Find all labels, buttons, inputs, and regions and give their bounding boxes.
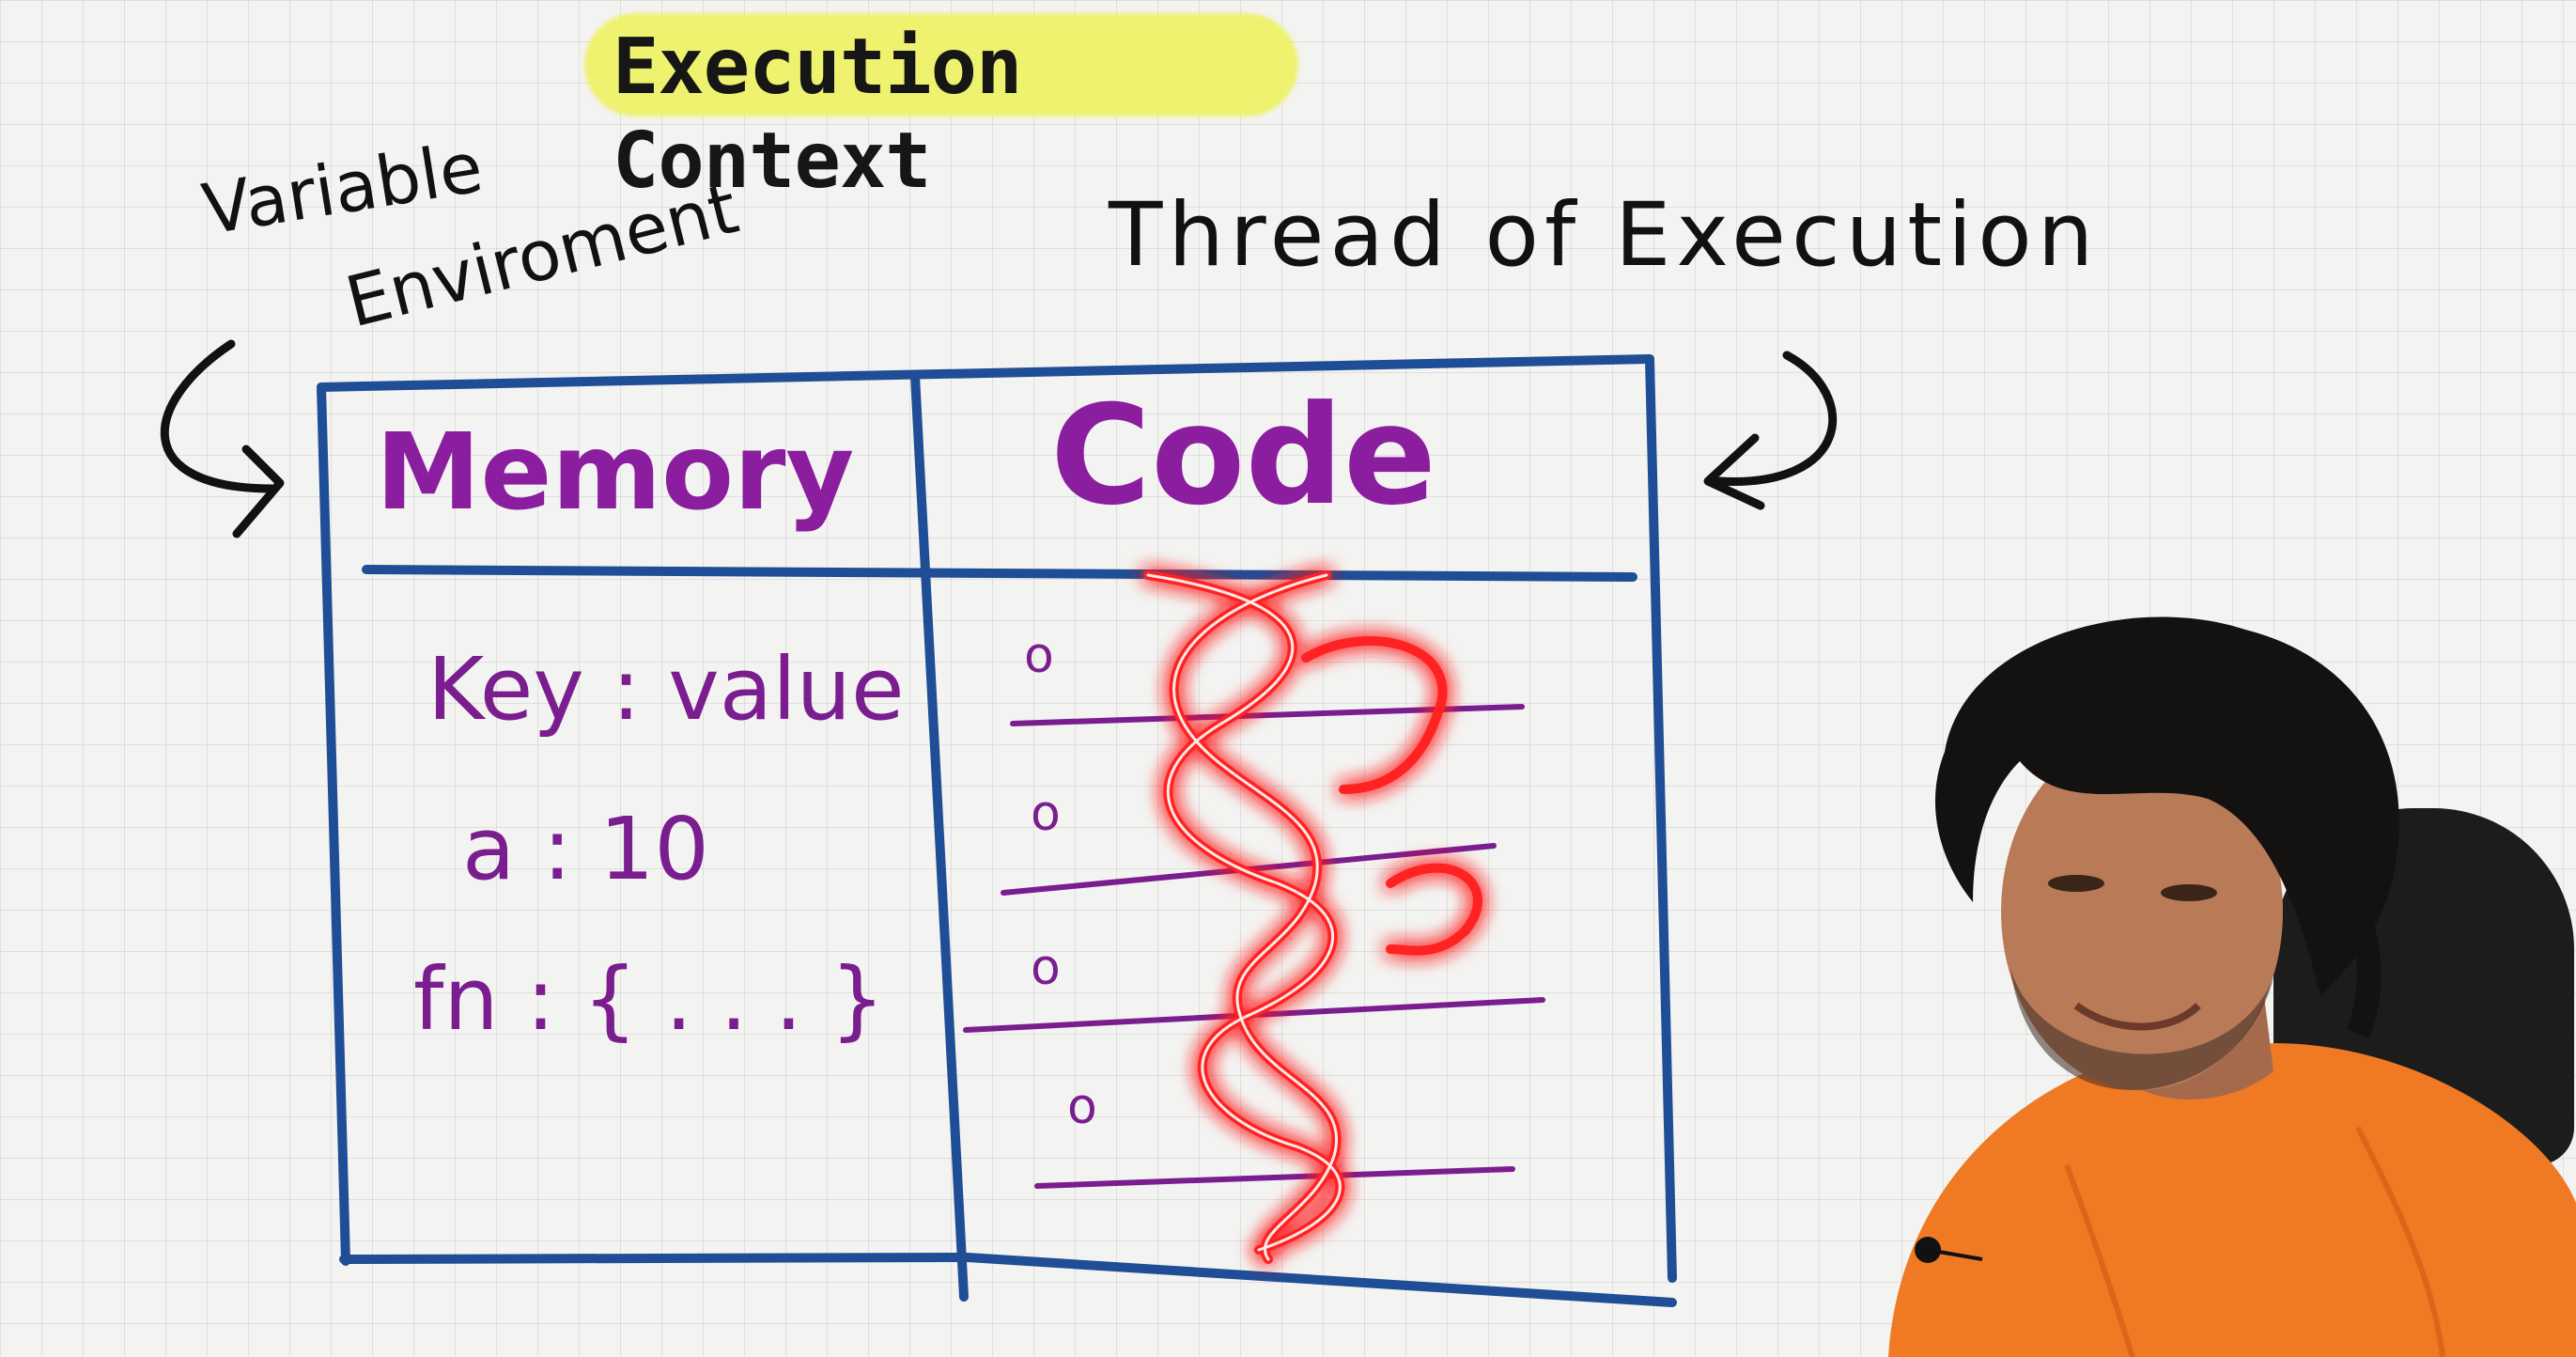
code-line-marker: o	[1031, 786, 1061, 842]
code-line-marker: o	[1067, 1079, 1097, 1135]
memory-row-a: a : 10	[462, 799, 709, 899]
arrow-right-head	[1703, 433, 1765, 510]
memory-row-fn: fn : { . . . }	[413, 949, 885, 1050]
thread-strand	[1143, 570, 1482, 1264]
code-line-marker: o	[1031, 940, 1061, 996]
code-line-4	[1034, 1166, 1515, 1189]
code-line-1	[1010, 704, 1525, 726]
memory-row-key-value: Key : value	[427, 639, 905, 740]
memory-header: Memory	[376, 412, 855, 534]
arrow-right-icon	[1715, 351, 1838, 486]
code-line-marker: o	[1024, 628, 1054, 684]
arrow-left-icon	[160, 339, 277, 493]
code-header: Code	[1050, 376, 1436, 536]
presenter	[1888, 616, 2576, 1357]
